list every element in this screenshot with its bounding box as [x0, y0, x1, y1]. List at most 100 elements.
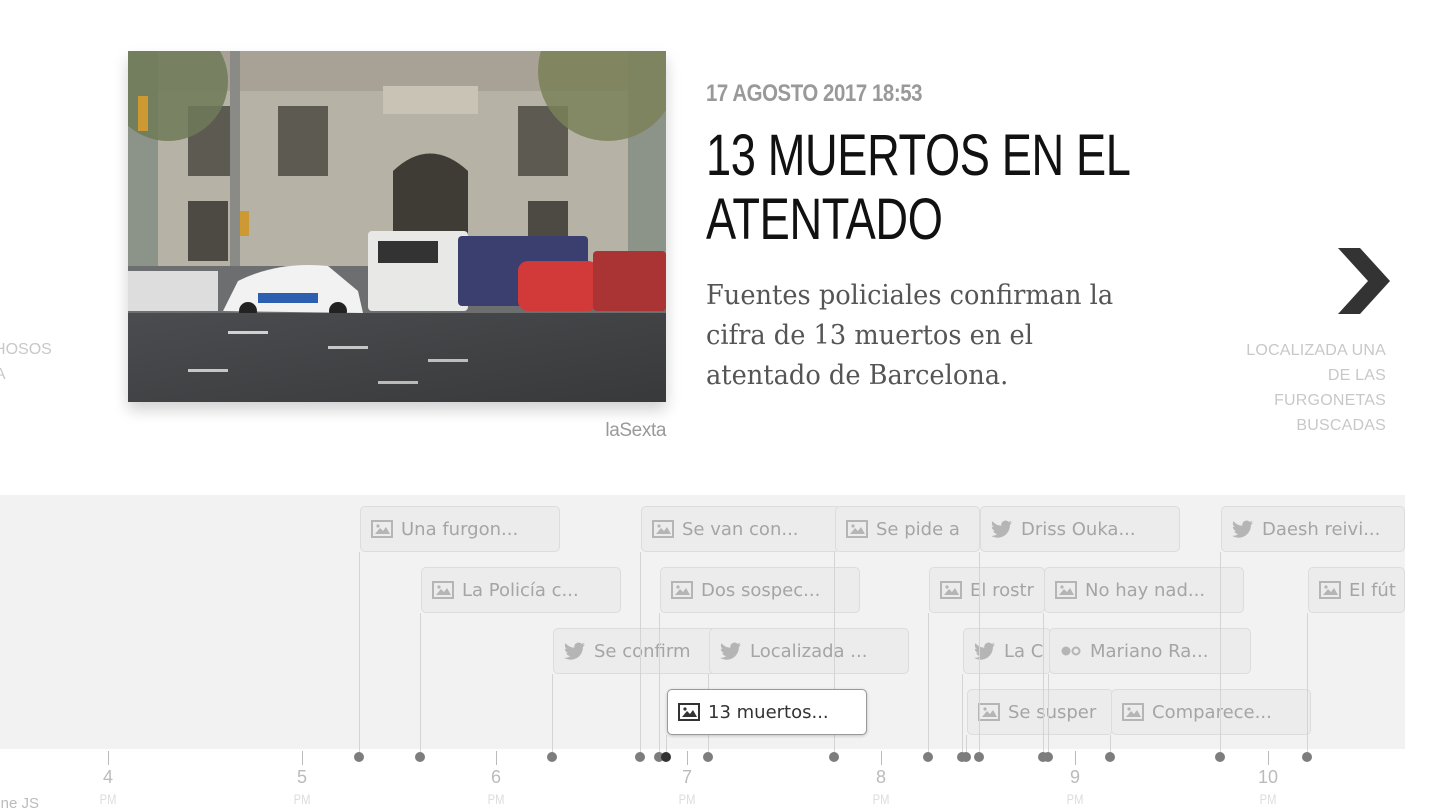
- timeline-marker[interactable]: No hay nad...: [1044, 567, 1244, 613]
- axis-tick-suffix: PM: [1066, 791, 1084, 807]
- timeline-marker[interactable]: Daesh reivi...: [1221, 506, 1405, 552]
- marker-label: Se pide a: [876, 518, 960, 540]
- brand-credit: line JS: [0, 795, 40, 810]
- axis-tick-hour: 8: [875, 767, 886, 787]
- timeline-marker[interactable]: La C: [963, 628, 1051, 674]
- timeline-marker[interactable]: El fút: [1308, 567, 1405, 613]
- axis-tick-hour: 4: [102, 767, 113, 787]
- timeline-marker[interactable]: 13 muertos...: [667, 689, 867, 735]
- timeline-event-dot[interactable]: [974, 752, 984, 762]
- timeline-event-dot[interactable]: [829, 752, 839, 762]
- timeline-event-dot[interactable]: [1105, 752, 1115, 762]
- axis-tick-suffix: PM: [99, 791, 117, 807]
- axis-tick-hour: 7: [681, 767, 692, 787]
- axis-tick: [881, 751, 882, 765]
- image-icon: [671, 581, 701, 599]
- image-icon: [1055, 581, 1085, 599]
- marker-label: La Policía c...: [462, 579, 579, 601]
- axis-tick-suffix: PM: [872, 791, 890, 807]
- twitter-icon: [564, 642, 594, 660]
- image-icon: [846, 520, 876, 538]
- timeline-event-dot[interactable]: [547, 752, 557, 762]
- photo-credit: laSexta: [605, 420, 666, 441]
- timeline-event-dot[interactable]: [635, 752, 645, 762]
- timeline-marker[interactable]: Localizada ...: [709, 628, 909, 674]
- timeline-marker[interactable]: El rostr: [929, 567, 1045, 613]
- twitter-icon: [1232, 520, 1262, 538]
- marker-label: Se confirm: [594, 640, 691, 662]
- marker-stem: [659, 613, 660, 755]
- twitter-icon: [720, 642, 750, 660]
- image-icon: [432, 581, 462, 599]
- timeline-marker[interactable]: Se van con...: [641, 506, 841, 552]
- marker-label: Se van con...: [682, 518, 799, 540]
- marker-stem: [979, 552, 980, 755]
- timeline-marker[interactable]: La Policía c...: [421, 567, 621, 613]
- image-icon: [371, 520, 401, 538]
- chevron-right-icon[interactable]: [1336, 246, 1392, 316]
- image-icon: [678, 703, 708, 721]
- axis-tick-hour: 6: [490, 767, 501, 787]
- marker-stem: [1220, 552, 1221, 755]
- image-icon: [652, 520, 682, 538]
- axis-tick: [1075, 751, 1076, 765]
- slide-headline: 13 MUERTOS EN EL ATENTADO: [706, 123, 1129, 252]
- marker-label: Comparece...: [1152, 701, 1272, 723]
- previous-slide-label[interactable]: OSPECHOSOS SQUEDA: [0, 337, 108, 387]
- timeline-marker[interactable]: Dos sospec...: [660, 567, 860, 613]
- timeline-event-dot[interactable]: [923, 752, 933, 762]
- timeline-marker[interactable]: Comparece...: [1111, 689, 1311, 735]
- axis-tick: [687, 751, 688, 765]
- marker-label: 13 muertos...: [708, 701, 829, 723]
- axis-tick-hour: 5: [296, 767, 307, 787]
- axis-tick: [496, 751, 497, 765]
- marker-label: La C: [1004, 640, 1044, 662]
- axis-tick: [1268, 751, 1269, 765]
- marker-label: Se susper: [1008, 701, 1097, 723]
- timeline-event-dot[interactable]: [661, 752, 671, 762]
- axis-tick-suffix: PM: [487, 791, 505, 807]
- timeline-marker[interactable]: Se pide a: [835, 506, 980, 552]
- flickr-icon: [1060, 642, 1090, 660]
- timeline-marker[interactable]: Driss Ouka...: [980, 506, 1180, 552]
- marker-label: Driss Ouka...: [1021, 518, 1136, 540]
- image-icon: [978, 703, 1008, 721]
- slide: OSPECHOSOS SQUEDA: [0, 0, 1439, 495]
- image-icon: [1319, 581, 1349, 599]
- timeline-marker[interactable]: Se susper: [967, 689, 1113, 735]
- marker-stem: [552, 674, 553, 755]
- slide-date: 17 AGOSTO 2017 18:53: [706, 80, 923, 107]
- marker-label: No hay nad...: [1085, 579, 1206, 601]
- image-icon: [940, 581, 970, 599]
- marker-stem: [962, 674, 963, 755]
- marker-stem: [1307, 613, 1308, 755]
- axis-tick-suffix: PM: [678, 791, 696, 807]
- slide-text: Fuentes policiales confirman la cifra de…: [706, 280, 1114, 391]
- timeline-event-dot[interactable]: [961, 752, 971, 762]
- timeline-event-dot[interactable]: [354, 752, 364, 762]
- marker-label: Dos sospec...: [701, 579, 821, 601]
- marker-label: Una furgon...: [401, 518, 519, 540]
- axis-tick: [108, 751, 109, 765]
- axis-tick-hour: 10: [1257, 767, 1279, 787]
- image-icon: [1122, 703, 1152, 721]
- timeline-event-dot[interactable]: [703, 752, 713, 762]
- marker-label: Daesh reivi...: [1262, 518, 1381, 540]
- slide-photo: [128, 51, 666, 402]
- axis-tick-hour: 9: [1069, 767, 1080, 787]
- marker-label: El fút: [1349, 579, 1396, 601]
- marker-stem: [640, 552, 641, 755]
- timeline-event-dot[interactable]: [1302, 752, 1312, 762]
- marker-stem: [928, 613, 929, 755]
- timeline-event-dot[interactable]: [1043, 752, 1053, 762]
- timeline-marker[interactable]: Una furgon...: [360, 506, 560, 552]
- timeline-event-dot[interactable]: [415, 752, 425, 762]
- marker-stem: [359, 552, 360, 755]
- next-slide-label[interactable]: LOCALIZADA UNA DE LAS FURGONETAS BUSCADA…: [1232, 338, 1386, 438]
- axis-tick-suffix: PM: [1259, 791, 1277, 807]
- timeline-event-dot[interactable]: [1215, 752, 1225, 762]
- axis-tick: [302, 751, 303, 765]
- marker-stem: [1043, 613, 1044, 755]
- axis-tick-suffix: PM: [293, 791, 311, 807]
- marker-label: Localizada ...: [750, 640, 868, 662]
